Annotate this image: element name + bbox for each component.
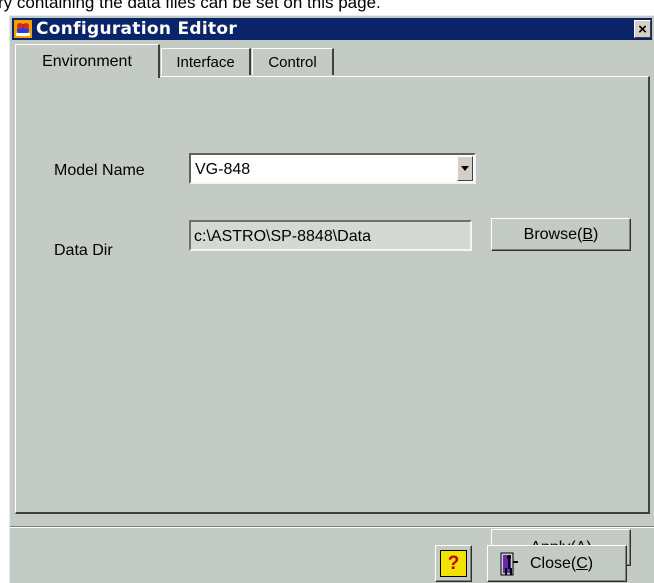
window-title: Configuration Editor — [36, 19, 238, 39]
help-icon: ? — [440, 550, 467, 577]
model-name-value: VG-848 — [195, 161, 251, 178]
title-bar[interactable]: Configuration Editor × — [12, 18, 652, 40]
exit-door-icon — [498, 551, 520, 577]
data-dir-label: Data Dir — [54, 242, 113, 259]
tab-interface[interactable]: Interface — [161, 48, 251, 75]
app-icon — [14, 20, 32, 38]
environment-panel: Model Name VG-848 Data Dir c:\ASTRO\SP-8… — [15, 76, 650, 566]
close-icon[interactable]: × — [634, 20, 651, 38]
tab-control[interactable]: Control — [252, 48, 334, 75]
footer-separator — [10, 526, 654, 528]
data-dir-value: c:\ASTRO\SP-8848\Data — [194, 228, 371, 245]
model-name-label: Model Name — [54, 162, 145, 179]
help-button[interactable]: ? — [435, 545, 472, 582]
browse-button[interactable]: Browse(B) — [491, 218, 631, 251]
close-button[interactable]: Close(C) — [487, 545, 627, 582]
configuration-editor-window: Configuration Editor × Environment Inter… — [9, 15, 654, 583]
page-caption-fragment: ry containing the data files can be set … — [0, 0, 654, 14]
data-dir-field[interactable]: c:\ASTRO\SP-8848\Data — [189, 220, 472, 251]
tab-environment[interactable]: Environment — [15, 44, 160, 78]
model-name-select[interactable]: VG-848 — [189, 153, 476, 184]
chevron-down-icon[interactable] — [457, 156, 473, 181]
